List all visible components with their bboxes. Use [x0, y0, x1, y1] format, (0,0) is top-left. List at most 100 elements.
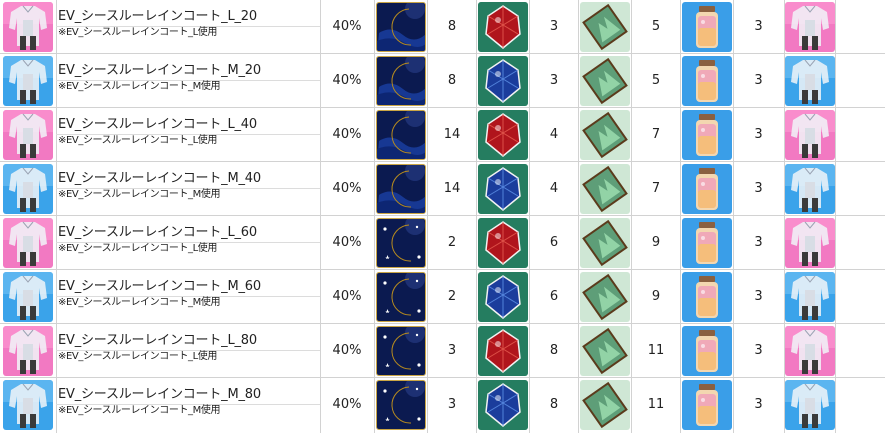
item-name: EV_シースルーレインコート_M_20 [58, 63, 261, 78]
gem-quantity: 8 [549, 343, 559, 358]
gem-quantity: 8 [549, 397, 559, 412]
recipe-table: EV_シースルーレインコート_L_20 ※EV_シースルーレインコート_L使用 … [0, 0, 885, 433]
bottle-icon [682, 218, 732, 268]
item-note: ※EV_シースルーレインコート_L使用 [58, 351, 218, 362]
item-note: ※EV_シースルーレインコート_L使用 [58, 27, 218, 38]
moon-icon [376, 218, 426, 268]
table-row: EV_シースルーレインコート_M_40 ※EV_シースルーレインコート_M使用 … [0, 162, 885, 216]
table-row: EV_シースルーレインコート_L_60 ※EV_シースルーレインコート_L使用 … [0, 216, 885, 270]
table-row: EV_シースルーレインコート_M_60 ※EV_シースルーレインコート_M使用 … [0, 270, 885, 324]
card-icon [580, 326, 630, 376]
table-row: EV_シースルーレインコート_M_20 ※EV_シースルーレインコート_M使用 … [0, 54, 885, 108]
bottle-quantity: 3 [754, 127, 763, 142]
result-coat-icon [785, 272, 835, 322]
bottle-icon [682, 56, 732, 106]
card-quantity: 9 [651, 289, 661, 304]
bottle-quantity: 3 [754, 343, 763, 358]
coat-icon [3, 56, 53, 106]
gem-quantity: 3 [549, 19, 559, 34]
card-icon [580, 380, 630, 430]
item-note: ※EV_シースルーレインコート_M使用 [58, 81, 221, 92]
card-quantity: 9 [651, 235, 661, 250]
coat-icon [3, 326, 53, 376]
success-rate: 40% [332, 289, 362, 304]
success-rate: 40% [332, 235, 362, 250]
card-icon [580, 218, 630, 268]
success-rate: 40% [332, 343, 362, 358]
result-coat-icon [785, 380, 835, 430]
bottle-icon [682, 272, 732, 322]
coat-icon [3, 110, 53, 160]
moon-icon [376, 326, 426, 376]
bottle-icon [682, 110, 732, 160]
moon-icon [376, 2, 426, 52]
coat-icon [3, 380, 53, 430]
result-coat-icon [785, 164, 835, 214]
result-coat-icon [785, 326, 835, 376]
moon-quantity: 3 [447, 397, 457, 412]
bottle-quantity: 3 [754, 397, 763, 412]
moon-icon [376, 380, 426, 430]
item-name: EV_シースルーレインコート_L_60 [58, 225, 257, 240]
item-name: EV_シースルーレインコート_M_80 [58, 387, 261, 402]
success-rate: 40% [332, 127, 362, 142]
bottle-quantity: 3 [754, 235, 763, 250]
coat-icon [3, 2, 53, 52]
success-rate: 40% [332, 73, 362, 88]
card-quantity: 7 [651, 181, 661, 196]
gem-quantity: 6 [549, 289, 559, 304]
result-coat-icon [785, 218, 835, 268]
item-note: ※EV_シースルーレインコート_L使用 [58, 243, 218, 254]
gem-quantity: 4 [549, 181, 559, 196]
success-rate: 40% [332, 19, 362, 34]
gem-icon [478, 380, 528, 430]
gem-icon [478, 110, 528, 160]
moon-quantity: 2 [447, 235, 457, 250]
bottle-icon [682, 164, 732, 214]
moon-icon [376, 56, 426, 106]
result-coat-icon [785, 110, 835, 160]
coat-icon [3, 164, 53, 214]
item-name: EV_シースルーレインコート_L_20 [58, 9, 257, 24]
gem-quantity: 6 [549, 235, 559, 250]
success-rate: 40% [332, 181, 362, 196]
moon-icon [376, 110, 426, 160]
card-icon [580, 56, 630, 106]
card-quantity: 11 [647, 343, 665, 358]
bottle-quantity: 3 [754, 289, 763, 304]
gem-icon [478, 164, 528, 214]
moon-quantity: 14 [443, 181, 461, 196]
moon-quantity: 8 [447, 73, 457, 88]
item-note: ※EV_シースルーレインコート_M使用 [58, 405, 221, 416]
table-row: EV_シースルーレインコート_M_80 ※EV_シースルーレインコート_M使用 … [0, 378, 885, 432]
table-row: EV_シースルーレインコート_L_20 ※EV_シースルーレインコート_L使用 … [0, 0, 885, 54]
moon-quantity: 8 [447, 19, 457, 34]
bottle-quantity: 3 [754, 73, 763, 88]
success-rate: 40% [332, 397, 362, 412]
item-name: EV_シースルーレインコート_M_40 [58, 171, 261, 186]
item-note: ※EV_シースルーレインコート_L使用 [58, 135, 218, 146]
gem-icon [478, 218, 528, 268]
bottle-icon [682, 380, 732, 430]
moon-quantity: 14 [443, 127, 461, 142]
gem-icon [478, 272, 528, 322]
moon-icon [376, 272, 426, 322]
coat-icon [3, 218, 53, 268]
bottle-quantity: 3 [754, 19, 763, 34]
gem-quantity: 3 [549, 73, 559, 88]
card-quantity: 5 [651, 73, 661, 88]
gem-icon [478, 2, 528, 52]
item-name: EV_シースルーレインコート_M_60 [58, 279, 261, 294]
table-row: EV_シースルーレインコート_L_80 ※EV_シースルーレインコート_L使用 … [0, 324, 885, 378]
card-quantity: 5 [651, 19, 661, 34]
card-icon [580, 2, 630, 52]
moon-icon [376, 164, 426, 214]
bottle-icon [682, 326, 732, 376]
gem-quantity: 4 [549, 127, 559, 142]
card-icon [580, 164, 630, 214]
gem-icon [478, 326, 528, 376]
card-icon [580, 110, 630, 160]
item-note: ※EV_シースルーレインコート_M使用 [58, 189, 221, 200]
bottle-quantity: 3 [754, 181, 763, 196]
item-name: EV_シースルーレインコート_L_40 [58, 117, 257, 132]
